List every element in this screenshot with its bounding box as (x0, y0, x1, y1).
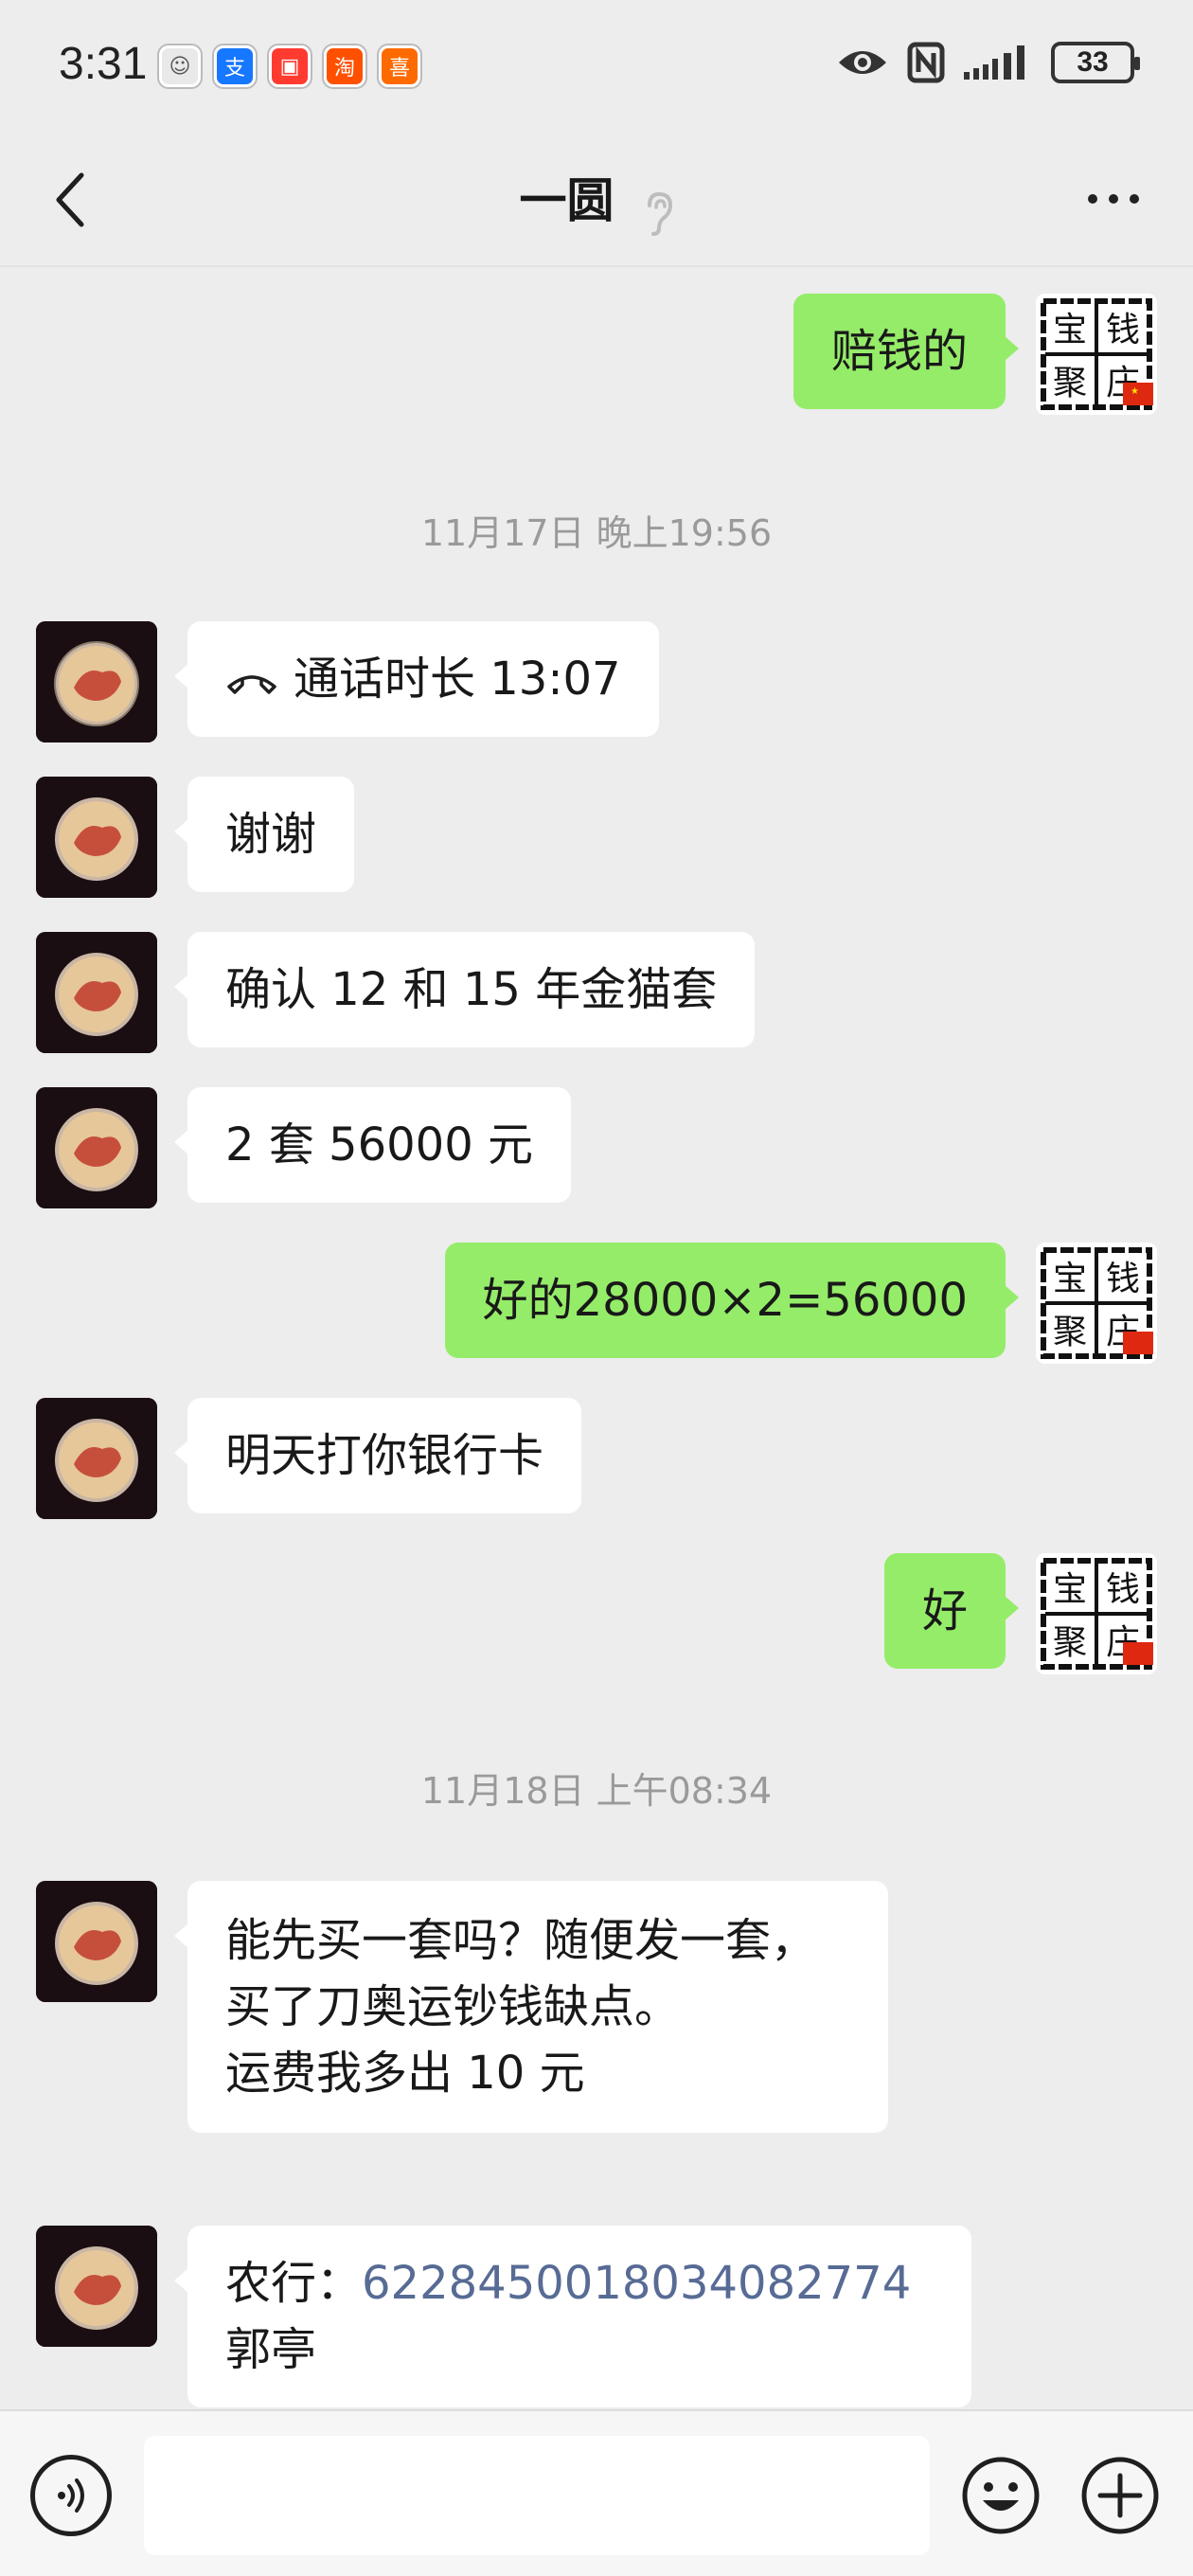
coin-avatar-image (36, 777, 157, 898)
seal-char: 聚 (1053, 1623, 1087, 1662)
notification-icons: ☺ 支 ▣ 淘 喜 (159, 45, 420, 87)
coin-avatar-image (36, 1087, 157, 1208)
avatar[interactable] (36, 1881, 157, 2002)
voice-input-button[interactable] (30, 2455, 112, 2536)
message-list[interactable]: 赔钱的 宝 钱 聚 庄 ★ 11月17日 晚上19:56 (0, 267, 1193, 2409)
title-wrap: 一圆 (0, 163, 1193, 236)
call-duration-text: 通话时长 13:07 (294, 653, 621, 706)
message-bubble[interactable]: 农行：6228450018034082774 郭亭 (174, 2226, 971, 2407)
coin-avatar-image (36, 932, 157, 1053)
svg-text:★: ★ (1131, 386, 1139, 397)
dot (1130, 194, 1139, 204)
status-time: 3:31 (59, 39, 148, 89)
message-bubble[interactable]: 好的28000×2=56000 (444, 1243, 1020, 1358)
status-right: 33 (837, 42, 1140, 83)
coin-avatar-image (36, 1881, 157, 2002)
app-icon-1: ☺ (159, 45, 201, 87)
avatar[interactable] (36, 777, 157, 898)
app-icon-3: ▣ (269, 45, 311, 87)
battery-indicator: 33 (1051, 42, 1140, 83)
avatar[interactable]: 宝 钱 聚 庄 ★ (1036, 294, 1157, 415)
smiley-icon (962, 2457, 1040, 2534)
ear-icon (647, 191, 672, 236)
seal-char: 钱 (1106, 311, 1140, 349)
avatar[interactable] (36, 1398, 157, 1519)
message-line: 买了刀奥运钞钱缺点。 (225, 1980, 681, 2033)
seal-char: 钱 (1106, 1570, 1140, 1609)
dot (1088, 194, 1097, 204)
voice-icon (58, 2478, 84, 2513)
seal-char: 聚 (1053, 1313, 1087, 1351)
more-button[interactable] (1076, 180, 1151, 218)
avatar[interactable] (36, 2226, 157, 2347)
seal-avatar-image: 宝 钱 聚 庄 (1036, 1243, 1157, 1364)
message-bubble[interactable]: 好 (883, 1553, 1020, 1669)
message-bubble[interactable]: 明天打你银行卡 (173, 1398, 582, 1513)
avatar[interactable]: 宝 钱 聚 庄 (1036, 1243, 1157, 1364)
bank-line: 农行：6228450018034082774 (225, 2250, 934, 2317)
nfc-icon (907, 42, 945, 83)
message-input[interactable] (144, 2436, 930, 2555)
signal-icon (964, 45, 1024, 80)
alipay-icon: 支 (214, 45, 256, 87)
seal-char: 宝 (1053, 1260, 1087, 1298)
more-functions-button[interactable] (1079, 2455, 1161, 2536)
message-line: 运费我多出 10 元 (225, 2047, 585, 2100)
seal-char: 聚 (1053, 364, 1087, 402)
coin-avatar-image (36, 2226, 157, 2347)
message-bubble[interactable]: 赔钱的 (792, 294, 1020, 409)
avatar[interactable]: 宝 钱 聚 庄 (1036, 1553, 1157, 1674)
seal-avatar-image: 宝 钱 聚 庄 ★ (1036, 294, 1157, 415)
account-number-link[interactable]: 6228450018034082774 (362, 2257, 911, 2310)
seal-avatar-image: 宝 钱 聚 庄 (1036, 1553, 1157, 1674)
avatar[interactable] (36, 1087, 157, 1208)
message-bubble[interactable]: 能先买一套吗？随便发一套， 买了刀奥运钞钱缺点。 运费我多出 10 元 (174, 1881, 888, 2133)
coin-avatar-image (36, 1398, 157, 1519)
seal-char: 宝 (1053, 1570, 1087, 1609)
avatar[interactable] (36, 932, 157, 1053)
timestamp: 11月17日 晚上19:56 (420, 512, 773, 554)
status-bar: 3:31 ☺ 支 ▣ 淘 喜 33 (0, 0, 1193, 133)
message-bubble[interactable]: 通话时长 13:07 (174, 621, 659, 737)
message-line: 能先买一套吗？随便发一套， (225, 1914, 817, 1967)
chat-header: 一圆 (0, 133, 1193, 267)
coin-avatar-image (36, 621, 157, 742)
eye-icon (839, 51, 886, 74)
dot (1109, 194, 1118, 204)
app-icon-5: 喜 (379, 45, 420, 87)
message-bubble[interactable]: 2 套 56000 元 (173, 1087, 572, 1203)
taobao-icon: 淘 (324, 45, 365, 87)
avatar[interactable] (36, 621, 157, 742)
plus-icon (1081, 2457, 1159, 2534)
account-holder: 郭亭 (225, 2323, 317, 2376)
timestamp: 11月18日 上午08:34 (420, 1770, 773, 1812)
message-bubble[interactable]: 谢谢 (173, 777, 355, 892)
input-bar (0, 2409, 1193, 2576)
message-bubble[interactable]: 确认 12 和 15 年金猫套 (173, 932, 756, 1047)
seal-char: 钱 (1106, 1260, 1140, 1298)
chat-title: 一圆 (519, 173, 614, 228)
emoji-button[interactable] (960, 2455, 1042, 2536)
bank-label: 农行： (225, 2257, 363, 2310)
seal-char: 宝 (1053, 311, 1087, 349)
phone-icon (227, 675, 276, 694)
